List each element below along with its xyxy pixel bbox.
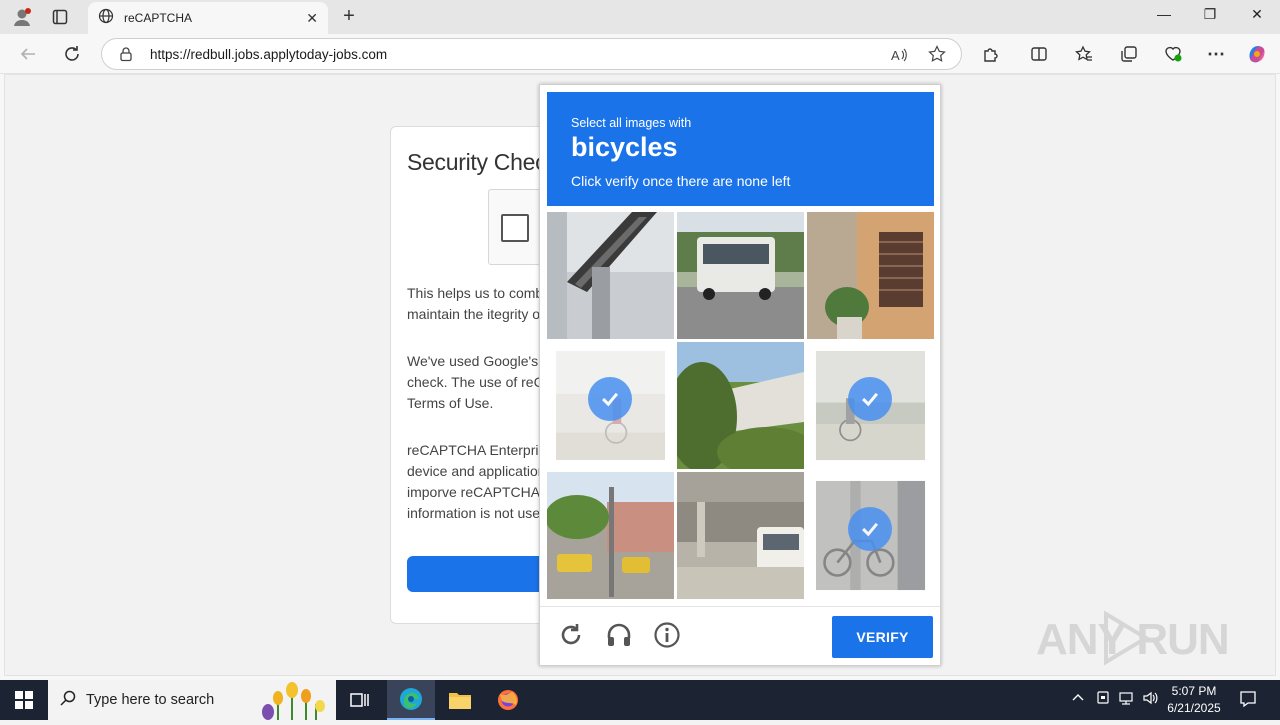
task-view-icon[interactable] xyxy=(336,680,384,720)
copilot-icon[interactable] xyxy=(1246,43,1268,65)
anyrun-watermark: ANY RUN xyxy=(1036,606,1236,670)
image-tile-1[interactable] xyxy=(547,212,674,339)
info-icon[interactable] xyxy=(653,621,681,649)
search-placeholder: Type here to search xyxy=(86,692,215,708)
collections-icon[interactable] xyxy=(1118,43,1140,65)
image-grid xyxy=(547,212,934,599)
challenge-instruction: Select all images with xyxy=(571,116,692,130)
selected-check-icon xyxy=(848,507,892,551)
edge-taskbar-icon[interactable] xyxy=(387,680,435,720)
challenge-footer: VERIFY xyxy=(540,606,940,666)
audio-challenge-icon[interactable] xyxy=(605,621,633,649)
favorites-icon[interactable] xyxy=(1073,43,1095,65)
firefox-icon[interactable] xyxy=(484,680,532,720)
image-tile-7[interactable] xyxy=(547,472,674,599)
notifications-icon[interactable] xyxy=(1239,690,1257,711)
close-window-button[interactable]: ✕ xyxy=(1245,6,1269,28)
svg-text:A: A xyxy=(891,48,900,63)
lock-icon[interactable] xyxy=(118,46,134,67)
network-icon[interactable] xyxy=(1118,690,1134,709)
search-icon xyxy=(60,690,76,711)
tulips-illustration-icon xyxy=(258,682,334,725)
globe-icon xyxy=(98,8,114,29)
taskbar: Type here to search 5:07 PM 6/21/2025 xyxy=(0,680,1280,720)
new-tab-button[interactable]: + xyxy=(338,6,360,28)
clock-date: 6/21/2025 xyxy=(1167,701,1221,715)
taskbar-search[interactable]: Type here to search xyxy=(48,680,336,720)
browser-window: reCAPTCHA ✕ + — ❐ ✕ https://redbull.jobs… xyxy=(0,0,1280,680)
browser-essentials-icon[interactable] xyxy=(1162,43,1184,65)
image-tile-2[interactable] xyxy=(677,212,804,339)
image-tile-8[interactable] xyxy=(677,472,804,599)
selected-check-icon xyxy=(848,377,892,421)
address-bar[interactable]: https://redbull.jobs.applytoday-jobs.com… xyxy=(101,38,962,70)
more-options-icon[interactable]: ⋯ xyxy=(1205,43,1227,65)
read-aloud-icon[interactable]: A xyxy=(890,46,908,69)
reload-challenge-icon[interactable] xyxy=(557,621,585,649)
profile-icon[interactable] xyxy=(10,5,34,29)
challenge-target: bicycles xyxy=(571,132,678,162)
back-button[interactable] xyxy=(17,43,39,65)
start-button[interactable] xyxy=(0,680,48,720)
image-tile-9[interactable] xyxy=(807,472,934,599)
split-screen-icon[interactable] xyxy=(1028,43,1050,65)
url-text: https://redbull.jobs.applytoday-jobs.com xyxy=(150,47,388,62)
svg-text:ANY RUN: ANY RUN xyxy=(1036,615,1229,664)
image-tile-6[interactable] xyxy=(807,342,934,469)
extensions-icon[interactable] xyxy=(980,43,1002,65)
clock-time: 5:07 PM xyxy=(1171,684,1217,698)
recaptcha-challenge: Select all images with bicycles Click ve… xyxy=(539,84,941,666)
tab-recaptcha[interactable]: reCAPTCHA ✕ xyxy=(88,2,328,34)
system-clock[interactable]: 5:07 PM 6/21/2025 xyxy=(1160,683,1228,717)
minimize-button[interactable]: — xyxy=(1152,6,1176,28)
show-hidden-icons-icon[interactable] xyxy=(1071,690,1085,707)
verify-button[interactable]: VERIFY xyxy=(832,616,933,658)
close-tab-icon[interactable]: ✕ xyxy=(306,10,318,27)
volume-icon[interactable] xyxy=(1142,690,1160,709)
challenge-header: Select all images with bicycles Click ve… xyxy=(547,92,934,206)
restore-button[interactable]: ❐ xyxy=(1198,6,1222,28)
device-tray-icon[interactable] xyxy=(1095,690,1111,709)
page-title: Security Chec xyxy=(407,149,547,175)
image-tile-5[interactable] xyxy=(677,342,804,469)
tab-actions-icon[interactable] xyxy=(48,5,72,29)
image-tile-3[interactable] xyxy=(807,212,934,339)
not-robot-checkbox[interactable] xyxy=(501,214,529,242)
tab-title: reCAPTCHA xyxy=(124,11,193,25)
challenge-hint: Click verify once there are none left xyxy=(571,173,791,189)
image-tile-4[interactable] xyxy=(547,342,674,469)
selected-check-icon xyxy=(588,377,632,421)
favorite-star-icon[interactable] xyxy=(928,45,946,68)
tab-strip: reCAPTCHA ✕ + — ❐ ✕ xyxy=(0,0,1280,34)
file-explorer-icon[interactable] xyxy=(436,680,484,720)
refresh-button[interactable] xyxy=(61,43,83,65)
navigation-bar: https://redbull.jobs.applytoday-jobs.com… xyxy=(0,34,1280,74)
